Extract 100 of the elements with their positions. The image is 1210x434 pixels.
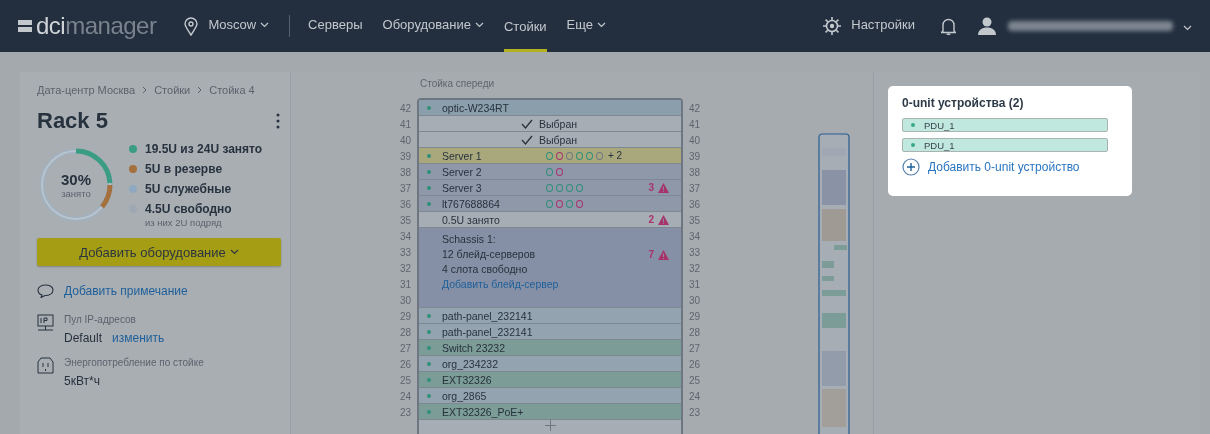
status-dot-icon	[427, 329, 431, 334]
breadcrumb-link[interactable]: Стойка 4	[209, 84, 255, 96]
rack-device-row[interactable]: Server 1 + 2	[419, 148, 681, 164]
unit-number: 27	[689, 342, 701, 356]
unit-number: 41	[399, 118, 411, 132]
device-name: optic-W234RT	[442, 101, 510, 114]
rack-view-title: Стойка спереди	[420, 78, 496, 89]
alert-count: 3	[648, 182, 654, 193]
logo-icon	[18, 18, 32, 34]
rack-title: Rack 5	[37, 108, 108, 134]
nav-tab[interactable]: Стойки	[503, 0, 547, 52]
rack-device-row[interactable]: path-panel_232141	[419, 324, 681, 340]
ip-pool-icon	[37, 314, 54, 332]
location-dropdown[interactable]: Moscow	[208, 0, 270, 52]
add-equipment-button[interactable]: Добавить оборудование	[37, 238, 281, 266]
legend-text: 19.5U из 24U занято	[145, 142, 263, 156]
selected-slot-row[interactable]: Выбран	[419, 132, 681, 148]
location-pin-icon	[184, 16, 199, 36]
device-name: EXT32326_PoE+	[442, 405, 525, 418]
device-name: path-panel_232141	[442, 309, 534, 322]
pdu-item[interactable]: PDU_1	[902, 138, 1108, 152]
status-dot-icon	[427, 201, 431, 206]
chevron-icon	[260, 21, 270, 28]
unit-number: 37	[689, 182, 701, 196]
unit-number: 23	[399, 406, 411, 420]
rack-device-row[interactable]: org_234232	[419, 356, 681, 372]
settings-icon	[823, 17, 842, 35]
settings-link[interactable]: Настройки	[851, 0, 915, 52]
add-note-link[interactable]: Добавить примечание	[64, 284, 188, 298]
unit-number: 34	[689, 230, 701, 244]
unit-number: 33	[689, 246, 701, 260]
unit-number: 38	[689, 166, 701, 180]
add-circle-icon[interactable]	[902, 158, 920, 176]
unit-number: 33	[399, 246, 411, 260]
status-dot-icon	[427, 185, 431, 190]
unit-number: 24	[689, 390, 701, 404]
warning-icon	[658, 182, 669, 193]
unit-number: 40	[689, 134, 701, 148]
add-zero-unit-link[interactable]: Добавить 0-unit устройство	[928, 160, 1080, 174]
breadcrumb-link[interactable]: Дата-центр Москва	[37, 84, 136, 96]
device-name: lt767688864	[442, 197, 501, 210]
plus-icon	[544, 420, 556, 431]
bell-icon[interactable]	[941, 17, 956, 35]
chevron-icon	[597, 21, 607, 28]
unit-number: 31	[399, 278, 411, 292]
unit-number: 31	[689, 278, 701, 292]
unit-number: 28	[399, 326, 411, 340]
unit-number: 26	[399, 358, 411, 372]
more-ports-count: + 2	[608, 150, 623, 161]
warning-icon	[658, 214, 669, 225]
unit-number: 25	[399, 374, 411, 388]
more-menu-icon[interactable]	[276, 113, 280, 129]
rack-device-row[interactable]: Server 2	[419, 164, 681, 180]
unit-number: 29	[689, 310, 701, 324]
power-socket-icon	[37, 357, 54, 374]
unit-number: 30	[689, 294, 701, 308]
rack-device-row[interactable]: org_2865	[419, 388, 681, 404]
rack-device-row[interactable]: path-panel_232141	[419, 308, 681, 324]
unit-number: 36	[689, 198, 701, 212]
warning-icon	[658, 249, 669, 260]
device-name: org_234232	[442, 357, 500, 370]
occupancy-caption: занято	[61, 188, 91, 199]
unit-number: 34	[399, 230, 411, 244]
ip-pool-value: Default	[64, 331, 103, 345]
nav-tab[interactable]: Оборудование	[382, 0, 484, 52]
unit-number: 42	[399, 102, 411, 116]
breadcrumb-link[interactable]: Стойки	[154, 84, 191, 96]
nav-tab[interactable]: Еще	[566, 0, 607, 52]
rack-device-row[interactable]: EXT32326	[419, 372, 681, 388]
status-dot-icon	[427, 409, 431, 414]
unit-number: 28	[689, 326, 701, 340]
rack-device-row[interactable]: optic-W234RT	[419, 100, 681, 116]
status-dot-icon	[427, 153, 431, 158]
occupancy-percent: 30%	[61, 171, 91, 188]
selected-slot-row[interactable]: Выбран	[419, 116, 681, 132]
comment-icon	[37, 284, 54, 298]
chassis-block[interactable]: Schassis 1: 12 блейд-серверов 4 слота свободно Добавить блейд-сервер 7	[419, 228, 681, 308]
selected-label: Выбран	[539, 117, 578, 130]
status-dot-icon	[427, 105, 431, 110]
unit-number: 39	[689, 150, 701, 164]
unit-number: 30	[399, 294, 411, 308]
nav-tab[interactable]: Серверы	[308, 0, 363, 52]
chevron-right-icon	[197, 86, 203, 94]
rack-device-row[interactable]: lt767688864	[419, 196, 681, 212]
legend-text: 5U служебные	[145, 182, 232, 196]
rack-device-row[interactable]: EXT32326_PoE+	[419, 404, 681, 420]
rack-device-row[interactable]: Switch 23232	[419, 340, 681, 356]
chevron-icon	[474, 21, 484, 28]
ip-pool-label: Пул IP-адресов	[64, 314, 137, 325]
user-icon[interactable]	[978, 17, 996, 35]
pdu-item[interactable]: PDU_1	[902, 118, 1108, 132]
power-label: Энергопотребление по стойке	[64, 357, 204, 368]
zero-unit-title: 0-unit устройства (2)	[902, 96, 1025, 110]
occupied-label: 0.5U занято	[442, 213, 500, 226]
rack-device-row[interactable]: Server 3 3	[419, 180, 681, 196]
device-name: Server 1	[442, 149, 483, 162]
power-value: 5кВт*ч	[64, 374, 101, 388]
device-name: Server 2	[442, 165, 483, 178]
device-name: path-panel_232141	[442, 325, 534, 338]
change-link[interactable]: изменить	[112, 331, 165, 345]
